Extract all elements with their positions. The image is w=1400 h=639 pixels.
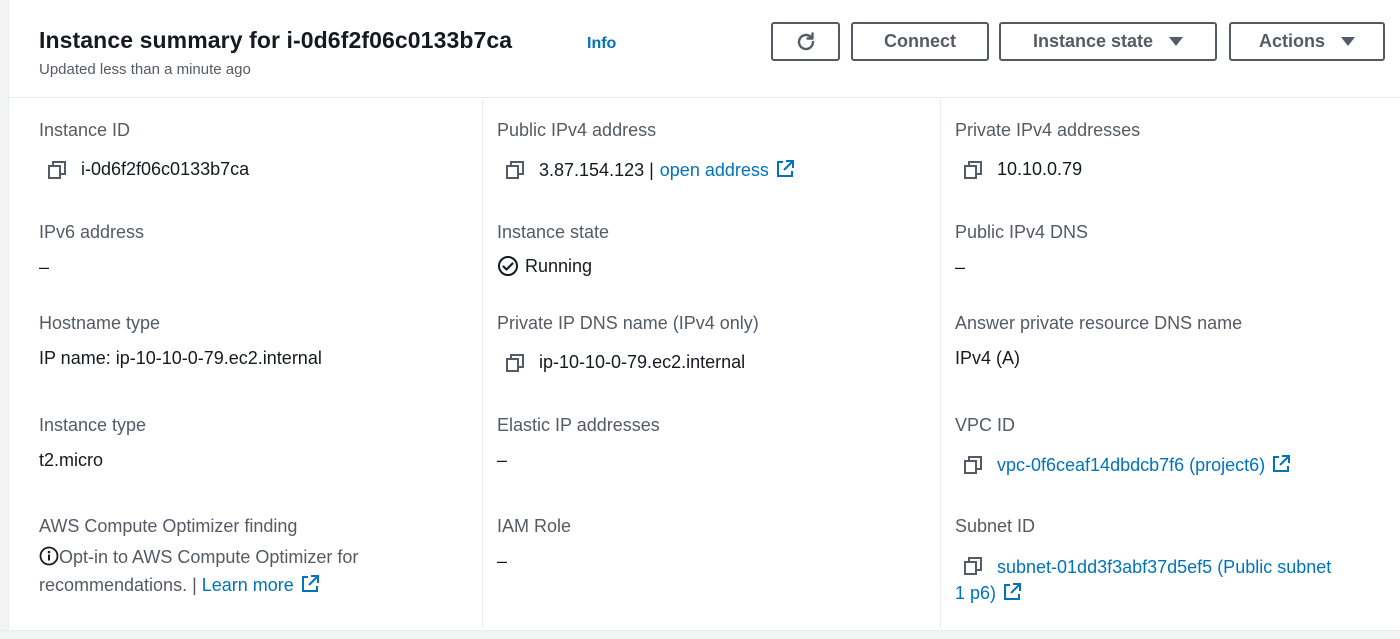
caret-down-icon bbox=[1341, 37, 1355, 46]
connect-button[interactable]: Connect bbox=[851, 22, 989, 61]
field-compute-optimizer: AWS Compute Optimizer finding Opt-in to … bbox=[39, 516, 439, 599]
instance-state-value: Running bbox=[525, 255, 593, 276]
field-private-dns: Private IP DNS name (IPv4 only) ip-10-10… bbox=[497, 313, 759, 373]
check-circle-icon bbox=[498, 256, 518, 276]
field-value-cont: 1 p6) bbox=[955, 582, 1395, 604]
field-value: 10.10.0.79 bbox=[963, 159, 1140, 180]
answer-dns-value: IPv4 (A) bbox=[955, 348, 1021, 368]
optimizer-value: Opt-in to AWS Compute Optimizer for reco… bbox=[39, 543, 439, 599]
refresh-button[interactable] bbox=[771, 22, 840, 61]
page-title: Instance summary for i-0d6f2f06c0133b7ca bbox=[39, 27, 513, 53]
page-gutter bbox=[0, 0, 8, 639]
field-ipv6: IPv6 address – bbox=[39, 222, 144, 278]
open-address-label: open address bbox=[659, 160, 769, 180]
field-label: Instance state bbox=[497, 222, 610, 242]
field-iam-role: IAM Role – bbox=[497, 516, 571, 572]
field-label: Subnet ID bbox=[955, 516, 1036, 536]
copy-icon[interactable] bbox=[505, 160, 525, 180]
subnet-id-link[interactable]: subnet-01dd3f3abf37d5ef5 (Public subnet bbox=[997, 557, 1331, 577]
updated-timestamp: Updated less than a minute ago bbox=[39, 61, 251, 78]
ipv6-value: – bbox=[39, 257, 50, 277]
learn-more-label: Learn more bbox=[201, 575, 294, 595]
field-private-ipv4: Private IPv4 addresses 10.10.0.79 bbox=[955, 120, 1140, 180]
actions-dropdown[interactable]: Actions bbox=[1229, 22, 1385, 61]
public-dns-value: – bbox=[955, 257, 966, 277]
field-value: 3.87.154.123 | open address bbox=[505, 159, 795, 181]
field-instance-state: Instance state Running bbox=[497, 222, 609, 277]
hostname-type-value: IP name: ip-10-10-0-79.ec2.internal bbox=[39, 348, 322, 368]
instance-id-value: i-0d6f2f06c0133b7ca bbox=[81, 159, 250, 179]
external-link-icon bbox=[1273, 455, 1291, 472]
column-divider bbox=[482, 100, 483, 628]
copy-icon[interactable] bbox=[505, 353, 525, 373]
info-circle-icon bbox=[39, 546, 59, 566]
subnet-id-link-cont[interactable]: 1 p6) bbox=[955, 583, 1022, 603]
open-address-link[interactable]: open address bbox=[660, 159, 795, 181]
learn-more-link[interactable]: Learn more bbox=[202, 575, 320, 595]
field-vpc-id: VPC ID vpc-0f6ceaf14dbdcb7f6 (project6) bbox=[955, 415, 1291, 476]
column-divider bbox=[940, 100, 941, 628]
field-label: Instance ID bbox=[39, 120, 131, 140]
field-answer-dns: Answer private resource DNS name IPv4 (A… bbox=[955, 313, 1242, 369]
vpc-id-label: vpc-0f6ceaf14dbdcb7f6 (project6) bbox=[997, 455, 1266, 475]
info-link[interactable]: Info bbox=[587, 35, 616, 53]
field-value: Running bbox=[497, 255, 609, 277]
private-dns-value: ip-10-10-0-79.ec2.internal bbox=[539, 352, 746, 372]
field-subnet-id: Subnet ID subnet-01dd3f3abf37d5ef5 (Publ… bbox=[955, 516, 1395, 604]
field-value: ip-10-10-0-79.ec2.internal bbox=[505, 352, 759, 373]
subnet-id-line1: subnet-01dd3f3abf37d5ef5 (Public subnet bbox=[997, 557, 1332, 577]
caret-down-icon bbox=[1169, 37, 1184, 46]
field-label: VPC ID bbox=[955, 415, 1016, 435]
copy-icon[interactable] bbox=[47, 160, 67, 180]
field-public-ipv4: Public IPv4 address 3.87.154.123 | open … bbox=[497, 120, 795, 181]
field-label: Elastic IP addresses bbox=[497, 415, 660, 435]
field-value: i-0d6f2f06c0133b7ca bbox=[47, 159, 249, 180]
field-label: Hostname type bbox=[39, 313, 161, 333]
field-label: Instance type bbox=[39, 415, 147, 435]
external-link-icon bbox=[301, 575, 319, 592]
copy-icon[interactable] bbox=[963, 455, 983, 475]
elastic-ip-value: – bbox=[497, 450, 508, 470]
field-value: vpc-0f6ceaf14dbdcb7f6 (project6) bbox=[963, 454, 1291, 476]
external-link-icon bbox=[1004, 583, 1022, 600]
actions-dropdown-label: Actions bbox=[1258, 31, 1325, 51]
field-public-dns: Public IPv4 DNS – bbox=[955, 222, 1088, 278]
field-label: IAM Role bbox=[497, 516, 572, 536]
field-value: subnet-01dd3f3abf37d5ef5 (Public subnet bbox=[963, 551, 1395, 584]
public-ipv4-value: 3.87.154.123 | bbox=[539, 159, 654, 180]
field-instance-type: Instance type t2.micro bbox=[39, 415, 146, 471]
instance-summary-panel: Instance summary for i-0d6f2f06c0133b7ca… bbox=[8, 0, 1400, 639]
field-label: Public IPv4 DNS bbox=[955, 222, 1089, 242]
field-instance-id: Instance ID i-0d6f2f06c0133b7ca bbox=[39, 120, 249, 180]
copy-icon[interactable] bbox=[963, 556, 983, 576]
iam-role-value: – bbox=[497, 551, 508, 571]
refresh-icon bbox=[797, 31, 814, 50]
subnet-id-line2: 1 p6) bbox=[955, 583, 997, 603]
page-bottom-border bbox=[0, 630, 1400, 639]
field-label: Private IP DNS name (IPv4 only) bbox=[497, 313, 759, 333]
field-elastic-ip: Elastic IP addresses – bbox=[497, 415, 660, 471]
field-label: IPv6 address bbox=[39, 222, 145, 242]
vpc-id-link[interactable]: vpc-0f6ceaf14dbdcb7f6 (project6) bbox=[997, 454, 1291, 476]
panel-header: Instance summary for i-0d6f2f06c0133b7ca… bbox=[9, 0, 1400, 98]
field-hostname-type: Hostname type IP name: ip-10-10-0-79.ec2… bbox=[39, 313, 322, 369]
field-label: Answer private resource DNS name bbox=[955, 313, 1243, 333]
instance-state-dropdown[interactable]: Instance state bbox=[999, 22, 1217, 61]
private-ipv4-value: 10.10.0.79 bbox=[997, 159, 1083, 179]
copy-icon[interactable] bbox=[963, 160, 983, 180]
external-link-icon bbox=[776, 160, 794, 177]
instance-type-value: t2.micro bbox=[39, 450, 104, 470]
field-label: Private IPv4 addresses bbox=[955, 120, 1141, 140]
field-label: Public IPv4 address bbox=[497, 120, 657, 140]
instance-state-dropdown-label: Instance state bbox=[1032, 31, 1154, 51]
field-label: AWS Compute Optimizer finding bbox=[39, 516, 298, 536]
